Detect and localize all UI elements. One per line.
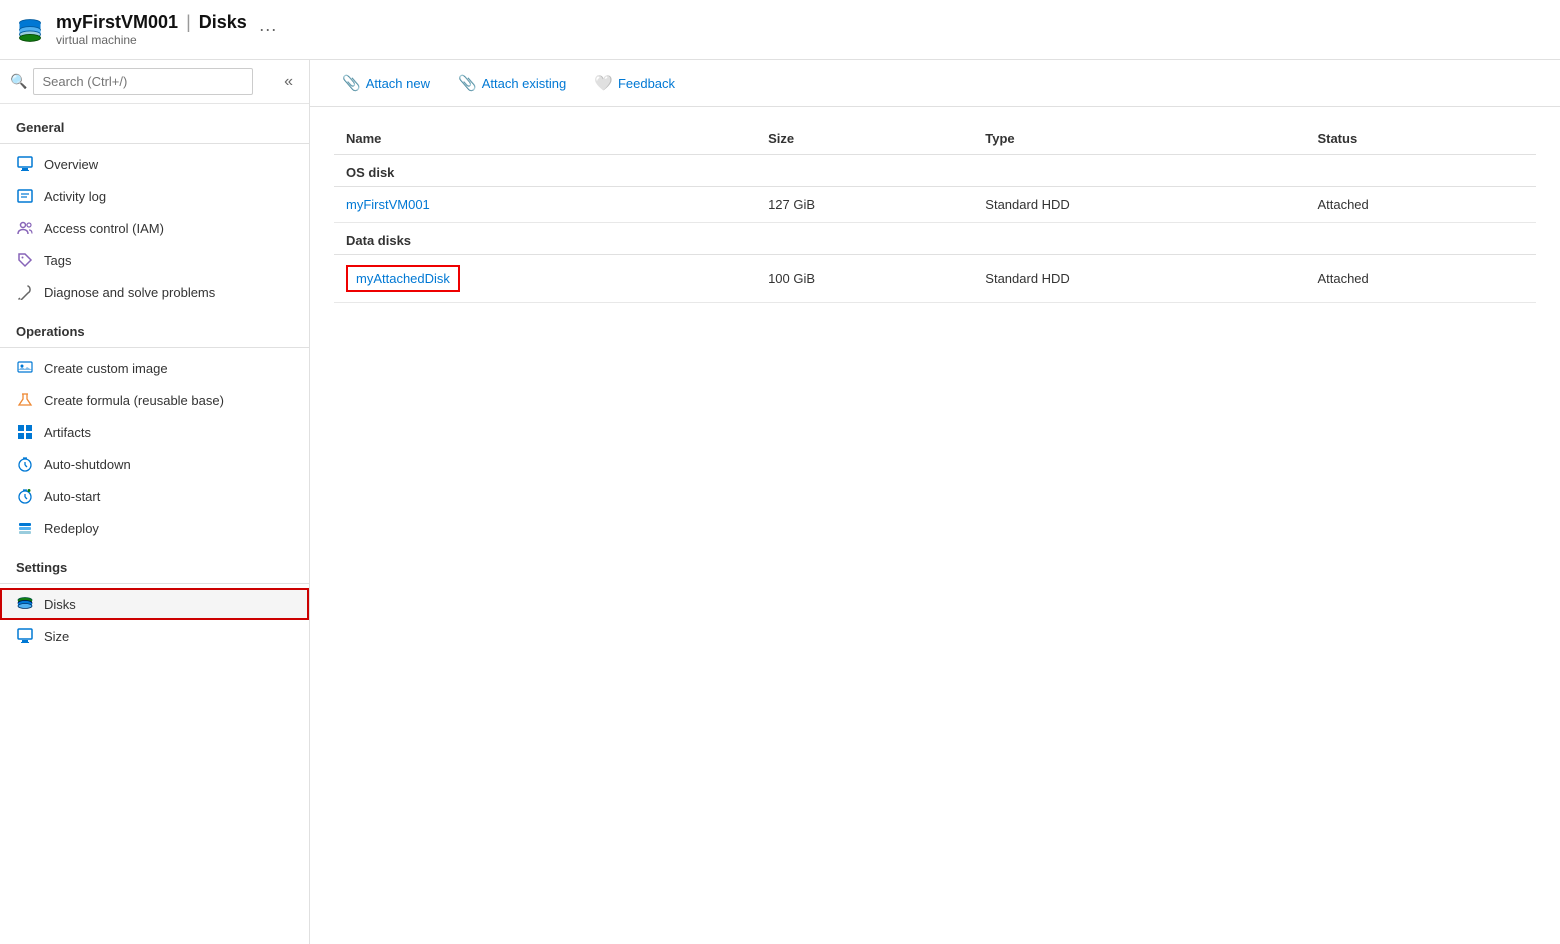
disk-type-cell: Standard HDD (973, 187, 1305, 223)
artifacts-label: Artifacts (44, 425, 91, 440)
sidebar-item-auto-start[interactable]: Auto-start (0, 480, 309, 512)
sidebar: 🔍 « General Overview Activity log (0, 60, 310, 944)
search-icon: 🔍 (10, 73, 27, 90)
paperclip-existing-icon: 📎 (458, 74, 477, 92)
collapse-sidebar-button[interactable]: « (278, 71, 299, 93)
sidebar-scroll: General Overview Activity log Access con… (0, 104, 309, 944)
col-header-name: Name (334, 123, 756, 155)
feedback-button[interactable]: 🤍 Feedback (582, 68, 687, 98)
size-label: Size (44, 629, 69, 644)
wrench-icon (16, 283, 34, 301)
sidebar-item-tags[interactable]: Tags (0, 244, 309, 276)
sidebar-item-diagnose[interactable]: Diagnose and solve problems (0, 276, 309, 308)
page-title: myFirstVM001 | Disks (56, 12, 247, 33)
col-header-type: Type (973, 123, 1305, 155)
paperclip-new-icon: 📎 (342, 74, 361, 92)
image-icon (16, 359, 34, 377)
search-bar: 🔍 « (0, 60, 309, 104)
activity-log-icon (16, 187, 34, 205)
page-header: myFirstVM001 | Disks virtual machine ··· (0, 0, 1560, 60)
people-icon (16, 219, 34, 237)
disk-name-cell: myFirstVM001 (334, 187, 756, 223)
disk-size-cell: 100 GiB (756, 255, 973, 303)
sidebar-item-size[interactable]: Size (0, 620, 309, 652)
auto-shutdown-label: Auto-shutdown (44, 457, 131, 472)
col-header-size: Size (756, 123, 973, 155)
clock2-icon (16, 487, 34, 505)
sidebar-section-operations: Operations (0, 316, 309, 343)
overview-label: Overview (44, 157, 98, 172)
disk-status-cell: Attached (1305, 255, 1536, 303)
search-input[interactable] (33, 68, 253, 95)
table-row: myAttachedDisk 100 GiBStandard HDDAttache… (334, 255, 1536, 303)
disks-icon (16, 595, 34, 613)
activity-log-label: Activity log (44, 189, 106, 204)
grid-icon (16, 423, 34, 441)
sidebar-section-settings: Settings (0, 552, 309, 579)
title-separator: | (186, 12, 191, 33)
content-area: 📎 Attach new 📎 Attach existing 🤍 Feedbac… (310, 60, 1560, 944)
auto-start-label: Auto-start (44, 489, 100, 504)
vm-name: myFirstVM001 (56, 12, 178, 33)
create-formula-label: Create formula (reusable base) (44, 393, 224, 408)
main-layout: 🔍 « General Overview Activity log (0, 60, 1560, 944)
monitor-icon (16, 155, 34, 173)
vm-subtitle: virtual machine (56, 33, 247, 47)
tag-icon (16, 251, 34, 269)
sidebar-item-auto-shutdown[interactable]: Auto-shutdown (0, 448, 309, 480)
sidebar-item-artifacts[interactable]: Artifacts (0, 416, 309, 448)
flask-icon (16, 391, 34, 409)
col-header-status: Status (1305, 123, 1536, 155)
heart-icon: 🤍 (594, 74, 613, 92)
table-row: myFirstVM001 127 GiBStandard HDDAttached (334, 187, 1536, 223)
attach-new-label: Attach new (366, 76, 430, 91)
attach-new-button[interactable]: 📎 Attach new (330, 68, 442, 98)
page-name: Disks (199, 12, 247, 33)
toolbar: 📎 Attach new 📎 Attach existing 🤍 Feedbac… (310, 60, 1560, 107)
attach-existing-button[interactable]: 📎 Attach existing (446, 68, 578, 98)
disk-size-cell: 127 GiB (756, 187, 973, 223)
disk-status-cell: Attached (1305, 187, 1536, 223)
disk-section-header: OS disk (334, 155, 1536, 187)
tags-label: Tags (44, 253, 71, 268)
disks-label: Disks (44, 597, 76, 612)
header-ellipsis-button[interactable]: ··· (259, 19, 277, 40)
sidebar-item-create-formula[interactable]: Create formula (reusable base) (0, 384, 309, 416)
sidebar-item-disks[interactable]: Disks (0, 588, 309, 620)
clock-icon (16, 455, 34, 473)
monitor2-icon (16, 627, 34, 645)
attach-existing-label: Attach existing (482, 76, 567, 91)
disk-name-link-boxed[interactable]: myAttachedDisk (346, 265, 460, 292)
disk-type-cell: Standard HDD (973, 255, 1305, 303)
sidebar-item-redeploy[interactable]: Redeploy (0, 512, 309, 544)
content-body: Name Size Type Status OS diskmyFirstVM00… (310, 107, 1560, 944)
disk-section-header: Data disks (334, 223, 1536, 255)
vm-icon (16, 16, 44, 44)
disk-name-cell: myAttachedDisk (334, 255, 756, 303)
create-image-label: Create custom image (44, 361, 168, 376)
header-title-group: myFirstVM001 | Disks virtual machine (56, 12, 247, 47)
access-control-label: Access control (IAM) (44, 221, 164, 236)
sidebar-item-activity-log[interactable]: Activity log (0, 180, 309, 212)
redeploy-label: Redeploy (44, 521, 99, 536)
sidebar-item-create-image[interactable]: Create custom image (0, 352, 309, 384)
sidebar-item-overview[interactable]: Overview (0, 148, 309, 180)
stack-icon (16, 519, 34, 537)
diagnose-label: Diagnose and solve problems (44, 285, 215, 300)
sidebar-item-access-control[interactable]: Access control (IAM) (0, 212, 309, 244)
feedback-label: Feedback (618, 76, 675, 91)
disk-name-link[interactable]: myFirstVM001 (346, 197, 430, 212)
disks-table: Name Size Type Status OS diskmyFirstVM00… (334, 123, 1536, 303)
sidebar-section-general: General (0, 112, 309, 139)
